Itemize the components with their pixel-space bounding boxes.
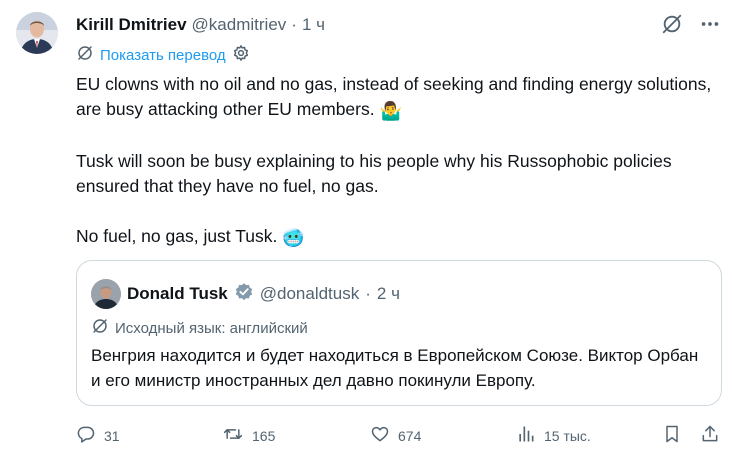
tweet-paragraph: EU clowns with no oil and no gas, instea… xyxy=(76,72,716,124)
action-bar: 31 165 674 15 тыс. xyxy=(76,424,722,450)
repost-icon xyxy=(222,424,244,447)
views-icon xyxy=(516,424,536,447)
quote-source-language: Исходный язык: английский xyxy=(91,317,308,339)
views-button[interactable]: 15 тыс. xyxy=(516,424,591,447)
quote-header: Donald Tusk @donaldtusk · 2 ч xyxy=(91,279,400,309)
quote-time: 2 ч xyxy=(376,284,400,303)
quote-author-name: Donald Tusk xyxy=(127,284,228,303)
repost-count: 165 xyxy=(252,427,276,444)
translate-icon xyxy=(76,44,94,66)
quote-separator: · xyxy=(365,284,371,303)
tweet-header: Kirill Dmitriev @kadmitriev · 1 ч xyxy=(76,12,325,38)
gear-icon[interactable] xyxy=(232,44,250,66)
tweet-body: EU clowns with no oil and no gas, instea… xyxy=(76,72,716,276)
author-name[interactable]: Kirill Dmitriev xyxy=(76,15,187,35)
cold-face-emoji: 🥶 xyxy=(282,228,305,248)
like-button[interactable]: 674 xyxy=(370,424,421,447)
repost-button[interactable]: 165 xyxy=(222,424,275,447)
like-icon xyxy=(370,424,390,447)
share-icon xyxy=(700,424,720,447)
quote-text: Венгрия находится и будет находиться в Е… xyxy=(91,346,699,390)
tweet-paragraph: Tusk will soon be busy explaining to his… xyxy=(76,151,672,196)
views-count: 15 тыс. xyxy=(544,427,591,444)
reply-button[interactable]: 31 xyxy=(76,424,120,447)
author-avatar[interactable] xyxy=(16,12,58,54)
quoted-tweet-card[interactable]: Donald Tusk @donaldtusk · 2 ч Исходный я… xyxy=(76,260,722,406)
share-button[interactable] xyxy=(700,424,720,447)
reply-count: 31 xyxy=(104,427,120,444)
source-language-label: Исходный язык: английский xyxy=(115,319,308,337)
tweet-paragraph: No fuel, no gas, just Tusk. 🥶 xyxy=(76,224,716,251)
verified-badge-icon xyxy=(234,282,254,307)
reply-icon xyxy=(76,424,96,447)
tweet-time[interactable]: 1 ч xyxy=(302,15,325,35)
bookmark-button[interactable] xyxy=(662,424,682,447)
quote-author-avatar xyxy=(91,279,121,309)
translate-icon xyxy=(91,317,109,339)
translate-row: Показать перевод xyxy=(76,44,250,66)
more-icon[interactable] xyxy=(698,12,722,36)
show-translation-link[interactable]: Показать перевод xyxy=(100,47,226,64)
like-count: 674 xyxy=(398,427,422,444)
quote-author-handle: @donaldtusk xyxy=(259,284,360,303)
grok-icon[interactable] xyxy=(660,12,684,36)
top-actions xyxy=(660,12,722,36)
author-handle[interactable]: @kadmitriev xyxy=(192,15,287,35)
header-separator: · xyxy=(291,15,297,34)
bookmark-icon xyxy=(662,424,682,447)
shrug-emoji: 🤷‍♂️ xyxy=(379,101,402,121)
